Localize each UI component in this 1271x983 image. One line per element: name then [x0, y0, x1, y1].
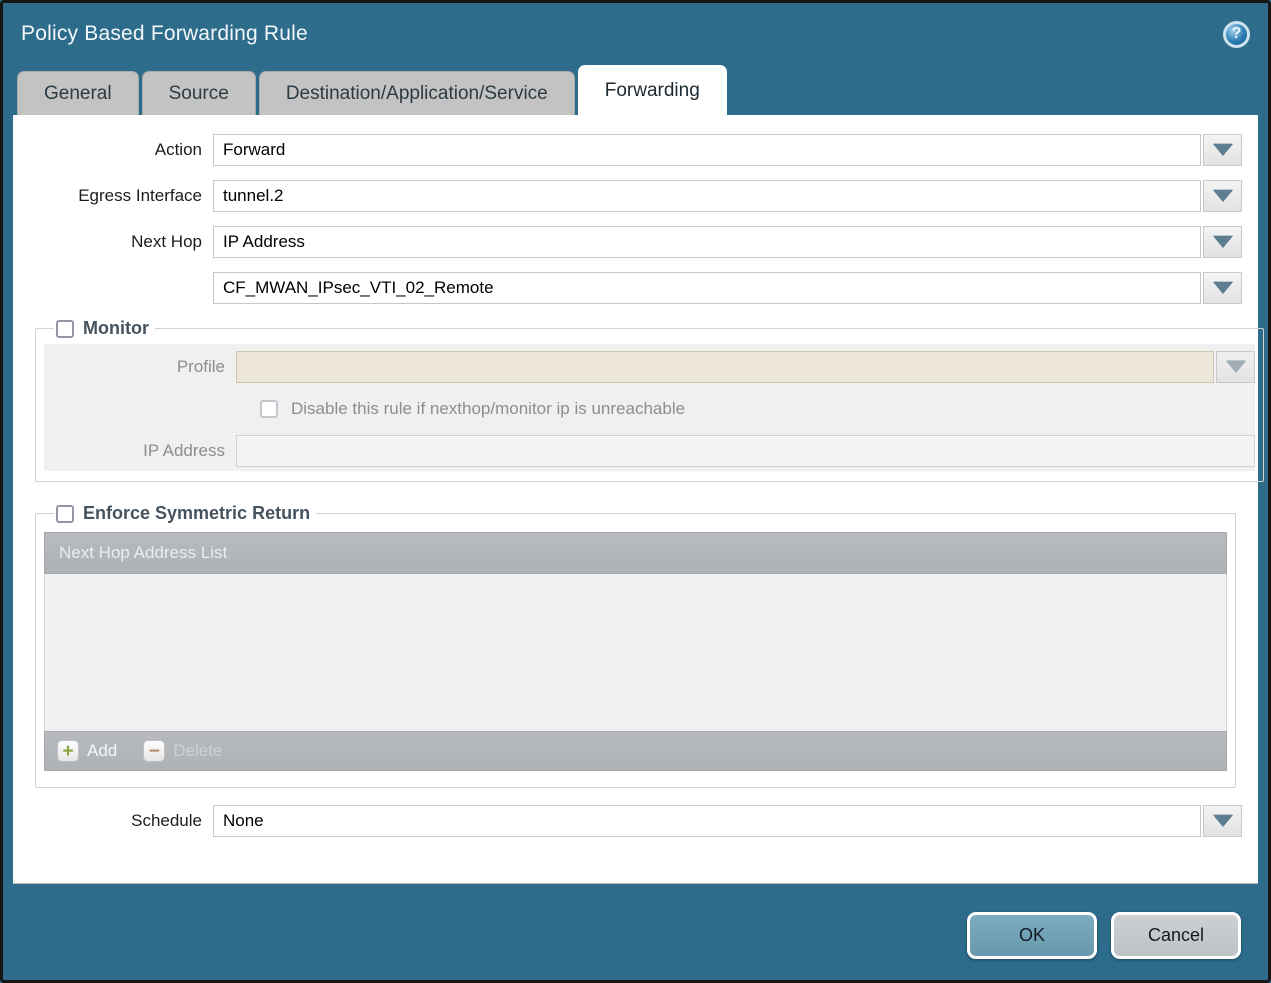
- next-hop-address-row: [13, 272, 1250, 304]
- next-hop-address-table-footer: + Add − Delete: [44, 731, 1227, 771]
- schedule-label: Schedule: [13, 811, 213, 831]
- pbf-rule-dialog: { "window": { "title": "Policy Based For…: [0, 0, 1271, 983]
- plus-icon: +: [57, 740, 79, 762]
- disable-rule-checkbox: [260, 400, 278, 418]
- action-input[interactable]: [213, 134, 1201, 166]
- action-row: Action: [13, 134, 1250, 166]
- symmetric-return-group: Enforce Symmetric Return Next Hop Addres…: [35, 503, 1236, 788]
- tab-destination-application-service[interactable]: Destination/Application/Service: [259, 71, 575, 115]
- next-hop-dropdown-button[interactable]: [1203, 226, 1242, 258]
- add-button-label: Add: [87, 741, 117, 761]
- schedule-row: Schedule: [13, 805, 1250, 837]
- chevron-down-icon: [1213, 144, 1233, 156]
- help-icon[interactable]: ?: [1223, 21, 1250, 48]
- chevron-down-icon: [1213, 190, 1233, 202]
- chevron-down-icon: [1213, 282, 1233, 294]
- next-hop-row: Next Hop: [13, 226, 1250, 258]
- tab-source[interactable]: Source: [142, 71, 256, 115]
- delete-button-label: Delete: [173, 741, 222, 761]
- next-hop-address-table: Next Hop Address List + Add − Delete: [44, 532, 1227, 771]
- dialog-title: Policy Based Forwarding Rule: [21, 22, 308, 46]
- action-label: Action: [13, 140, 213, 160]
- delete-button: − Delete: [143, 740, 222, 762]
- egress-interface-row: Egress Interface: [13, 180, 1250, 212]
- symmetric-return-legend: Enforce Symmetric Return: [54, 503, 316, 524]
- egress-interface-label: Egress Interface: [13, 186, 213, 206]
- chevron-down-icon: [1213, 236, 1233, 248]
- add-button[interactable]: + Add: [57, 740, 117, 762]
- next-hop-address-table-header: Next Hop Address List: [44, 532, 1227, 574]
- egress-interface-dropdown-button[interactable]: [1203, 180, 1242, 212]
- tab-bar: General Source Destination/Application/S…: [3, 65, 1268, 115]
- next-hop-type-input[interactable]: [213, 226, 1201, 258]
- monitor-ip-address-label: IP Address: [44, 441, 236, 461]
- chevron-down-icon: [1213, 815, 1233, 827]
- symmetric-return-legend-label: Enforce Symmetric Return: [83, 503, 310, 524]
- egress-interface-input[interactable]: [213, 180, 1201, 212]
- monitor-panel: Profile Disable this rule if nexthop/mon…: [44, 344, 1255, 471]
- minus-icon: −: [143, 740, 165, 762]
- dialog-titlebar: Policy Based Forwarding Rule ?: [3, 3, 1268, 65]
- disable-rule-row: Disable this rule if nexthop/monitor ip …: [44, 399, 1255, 419]
- profile-dropdown-button: [1216, 351, 1255, 383]
- forwarding-tab-panel: Action Egress Interface Next Hop Monitor: [13, 115, 1258, 884]
- chevron-down-icon: [1226, 361, 1246, 373]
- monitor-ip-address-row: IP Address: [44, 435, 1255, 467]
- next-hop-address-input[interactable]: [213, 272, 1201, 304]
- profile-input: [236, 351, 1214, 383]
- profile-row: Profile: [44, 351, 1255, 383]
- schedule-dropdown-button[interactable]: [1203, 805, 1242, 837]
- monitor-legend-label: Monitor: [83, 318, 149, 339]
- tab-forwarding[interactable]: Forwarding: [578, 65, 727, 115]
- action-dropdown-button[interactable]: [1203, 134, 1242, 166]
- tab-general[interactable]: General: [17, 71, 139, 115]
- disable-rule-label: Disable this rule if nexthop/monitor ip …: [291, 399, 685, 419]
- next-hop-address-dropdown-button[interactable]: [1203, 272, 1242, 304]
- monitor-group: Monitor Profile Disable this rule if nex…: [35, 318, 1264, 482]
- monitor-ip-address-input: [236, 435, 1255, 467]
- monitor-checkbox[interactable]: [56, 320, 74, 338]
- next-hop-address-table-body[interactable]: [44, 574, 1227, 731]
- cancel-button[interactable]: Cancel: [1111, 912, 1241, 959]
- dialog-footer: OK Cancel: [967, 912, 1241, 959]
- symmetric-return-checkbox[interactable]: [56, 505, 74, 523]
- ok-button[interactable]: OK: [967, 912, 1097, 959]
- profile-label: Profile: [44, 357, 236, 377]
- next-hop-label: Next Hop: [13, 232, 213, 252]
- monitor-legend: Monitor: [54, 318, 155, 339]
- schedule-input[interactable]: [213, 805, 1201, 837]
